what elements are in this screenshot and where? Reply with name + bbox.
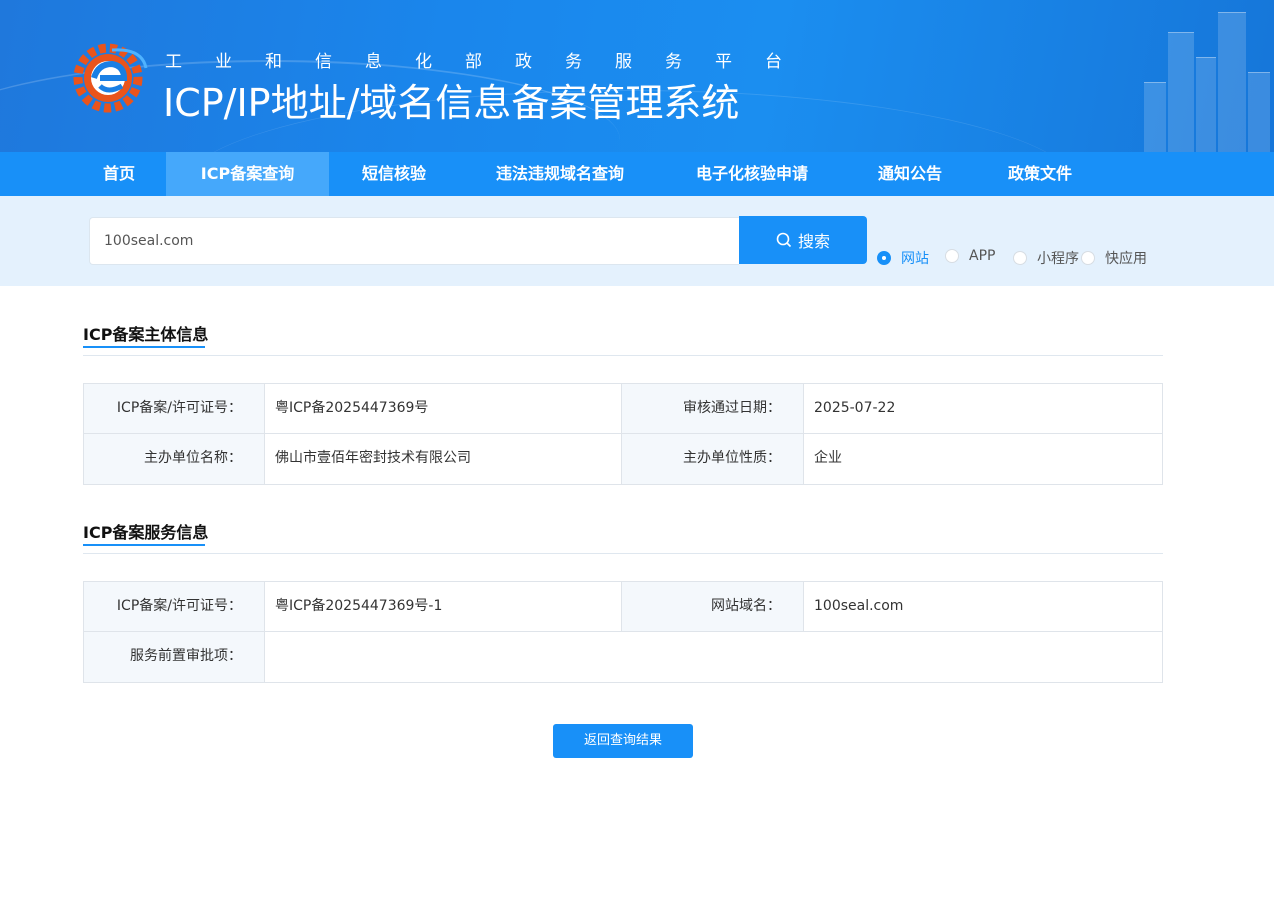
field-value: 粤ICP备2025447369号-1 xyxy=(265,582,622,631)
nav-notices[interactable]: 通知公告 xyxy=(860,152,960,196)
section-divider xyxy=(83,355,1163,356)
main-nav: 首页 ICP备案查询 短信核验 违法违规域名查询 电子化核验申请 通知公告 政策… xyxy=(0,152,1274,196)
search-icon xyxy=(776,232,792,248)
nav-icp-query[interactable]: ICP备案查询 xyxy=(166,152,329,196)
radio-circle xyxy=(945,249,959,263)
search-input[interactable]: 100seal.com xyxy=(89,217,739,265)
field-value xyxy=(265,632,1162,682)
nav-sms-verify[interactable]: 短信核验 xyxy=(345,152,443,196)
platform-subtitle: 工业和信息化部政务服务平台 xyxy=(165,52,815,72)
section-title-underline xyxy=(83,544,205,546)
field-label: ICP备案/许可证号： xyxy=(84,384,265,433)
system-title: ICP/IP地址/域名信息备案管理系统 xyxy=(163,81,740,125)
back-to-results-button[interactable]: 返回查询结果 xyxy=(553,724,693,758)
table-row: ICP备案/许可证号： 粤ICP备2025447369号 审核通过日期： 202… xyxy=(84,384,1162,434)
table-row: 主办单位名称： 佛山市壹佰年密封技术有限公司 主办单位性质： 企业 xyxy=(84,434,1162,484)
table-row: ICP备案/许可证号： 粤ICP备2025447369号-1 网站域名： 100… xyxy=(84,582,1162,632)
nav-illegal-domain-query[interactable]: 违法违规域名查询 xyxy=(472,152,648,196)
header-banner: 工业和信息化部政务服务平台 ICP/IP地址/域名信息备案管理系统 xyxy=(0,0,1274,152)
radio-circle xyxy=(1081,251,1095,265)
section-title-underline xyxy=(83,346,205,348)
radio-label: 快应用 xyxy=(1105,251,1147,267)
field-value: 粤ICP备2025447369号 xyxy=(265,384,622,433)
field-value: 100seal.com xyxy=(804,582,1162,631)
radio-circle xyxy=(877,251,891,265)
nav-policy-files[interactable]: 政策文件 xyxy=(990,152,1090,196)
nav-home[interactable]: 首页 xyxy=(78,152,160,196)
field-label: 服务前置审批项： xyxy=(84,632,265,682)
subject-info-table: ICP备案/许可证号： 粤ICP备2025447369号 审核通过日期： 202… xyxy=(83,383,1163,485)
radio-circle xyxy=(1013,251,1027,265)
city-skyline-decoration xyxy=(1134,0,1274,152)
radio-label: APP xyxy=(969,248,996,264)
radio-label: 小程序 xyxy=(1037,251,1079,267)
field-label: 主办单位名称： xyxy=(84,434,265,484)
service-info-table: ICP备案/许可证号： 粤ICP备2025447369号-1 网站域名： 100… xyxy=(83,581,1163,683)
service-section-title: ICP备案服务信息 xyxy=(83,523,209,542)
logo-icon xyxy=(72,40,148,114)
field-value: 佛山市壹佰年密封技术有限公司 xyxy=(265,434,622,484)
field-value: 企业 xyxy=(804,434,1162,484)
radio-app[interactable]: APP xyxy=(945,248,995,264)
subject-section-title: ICP备案主体信息 xyxy=(83,325,209,344)
field-label: 主办单位性质： xyxy=(622,434,804,484)
nav-electronic-verify[interactable]: 电子化核验申请 xyxy=(676,152,828,196)
field-value: 2025-07-22 xyxy=(804,384,1162,433)
radio-label: 网站 xyxy=(901,251,929,267)
radio-website[interactable]: 网站 xyxy=(877,248,929,268)
table-row: 服务前置审批项： xyxy=(84,632,1162,682)
search-button[interactable]: 搜索 xyxy=(739,216,867,264)
field-label: 审核通过日期： xyxy=(622,384,804,433)
field-label: ICP备案/许可证号： xyxy=(84,582,265,631)
search-button-label: 搜索 xyxy=(797,232,830,251)
radio-quick-app[interactable]: 快应用 xyxy=(1081,248,1147,268)
radio-mini-program[interactable]: 小程序 xyxy=(1013,248,1079,268)
field-label: 网站域名： xyxy=(622,582,804,631)
search-area: 100seal.com 搜索 网站 APP 小程序 快应用 xyxy=(0,196,1274,286)
section-divider xyxy=(83,553,1163,554)
